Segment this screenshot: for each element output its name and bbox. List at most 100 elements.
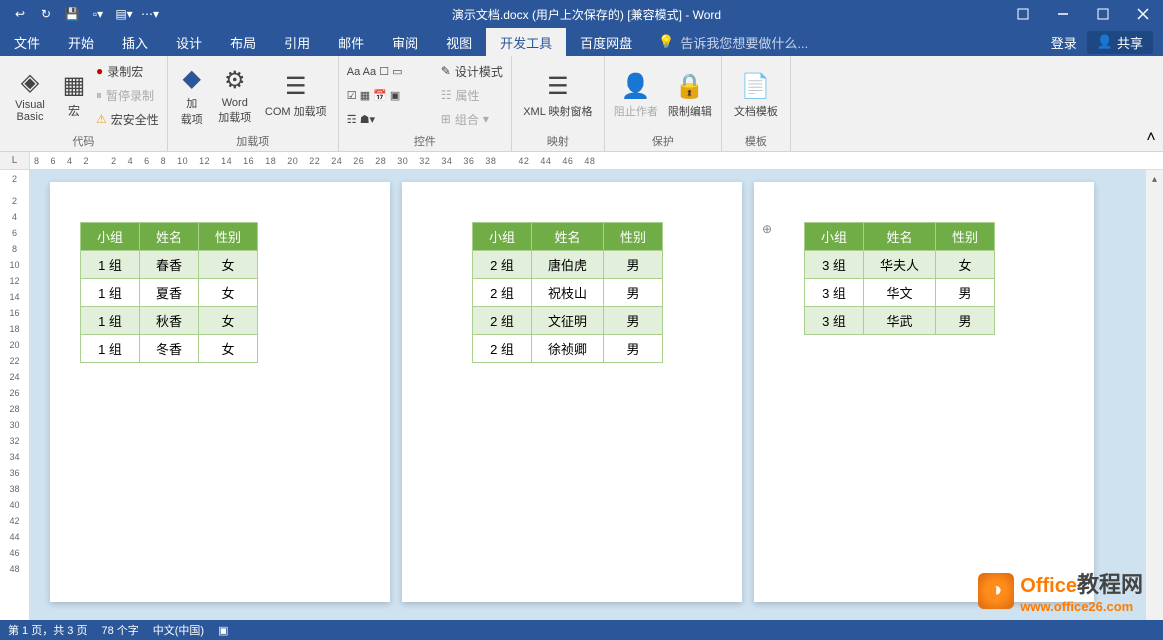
ribbon-options-button[interactable] bbox=[1003, 0, 1043, 28]
collapse-ribbon-button[interactable]: ˄ bbox=[1139, 56, 1163, 151]
tab-layout[interactable]: 布局 bbox=[216, 28, 270, 56]
tell-me-placeholder: 告诉我您想要做什么... bbox=[680, 33, 808, 52]
watermark-text: Office教程网 www.office26.com bbox=[1020, 567, 1143, 614]
table-row[interactable]: 3 组华夫人女 bbox=[805, 251, 995, 279]
vertical-ruler[interactable]: 2246810121416182022242628303234363840424… bbox=[0, 170, 30, 620]
minimize-button[interactable] bbox=[1043, 0, 1083, 28]
group-icon: ⊞ bbox=[441, 112, 451, 126]
restrict-editing-button[interactable]: 🔒限制编辑 bbox=[665, 60, 715, 130]
login-link[interactable]: 登录 bbox=[1051, 33, 1077, 52]
table-row[interactable]: 1 组夏香女 bbox=[81, 279, 258, 307]
table-row[interactable]: 2 组文征明男 bbox=[473, 307, 663, 335]
share-label: 共享 bbox=[1117, 33, 1143, 52]
cell: 秋香 bbox=[140, 307, 199, 335]
record-macro-button[interactable]: ● 录制宏 bbox=[94, 60, 161, 82]
tab-design[interactable]: 设计 bbox=[162, 28, 216, 56]
tab-developer[interactable]: 开发工具 bbox=[486, 28, 566, 56]
tab-mailings[interactable]: 邮件 bbox=[324, 28, 378, 56]
visual-basic-button[interactable]: ◈ Visual Basic bbox=[6, 60, 54, 130]
tell-me-search[interactable]: 💡 告诉我您想要做什么... bbox=[646, 28, 1041, 56]
tab-baidu[interactable]: 百度网盘 bbox=[566, 28, 646, 56]
undo-button[interactable]: ↩ bbox=[8, 2, 32, 26]
table-header-row: 小组 姓名 性别 bbox=[805, 223, 995, 251]
word-count[interactable]: 78 个字 bbox=[101, 622, 138, 638]
doc-template-button[interactable]: 📄文档模板 bbox=[728, 60, 784, 130]
share-button[interactable]: 👤 共享 bbox=[1087, 31, 1153, 54]
redo-button[interactable]: ↻ bbox=[34, 2, 58, 26]
restrict-editing-icon: 🔒 bbox=[675, 72, 705, 101]
table-row[interactable]: 2 组唐伯虎男 bbox=[473, 251, 663, 279]
table-page-3[interactable]: 小组 姓名 性别 3 组华夫人女 3 组华文男 3 组华武男 bbox=[804, 222, 995, 335]
quick-print-button[interactable]: ▤▾ bbox=[112, 2, 136, 26]
cell: 男 bbox=[936, 307, 995, 335]
design-mode-button[interactable]: ✎设计模式 bbox=[439, 60, 505, 82]
com-addins-button[interactable]: ☰COM 加载项 bbox=[260, 60, 332, 130]
share-icon: 👤 bbox=[1097, 34, 1113, 50]
tab-home[interactable]: 开始 bbox=[54, 28, 108, 56]
table-header-row: 小组 姓名 性别 bbox=[473, 223, 663, 251]
cell: 男 bbox=[604, 335, 663, 363]
table-row[interactable]: 1 组冬香女 bbox=[81, 335, 258, 363]
block-authors-icon: 👤 bbox=[621, 72, 651, 101]
document-area[interactable]: 小组 姓名 性别 1 组春香女 1 组夏香女 1 组秋香女 1 组冬香女 小组 … bbox=[30, 170, 1163, 620]
macro-indicator-icon[interactable]: ▣ bbox=[218, 624, 228, 637]
watermark-brand-1: Office bbox=[1020, 575, 1077, 597]
th-group: 小组 bbox=[805, 223, 864, 251]
new-button[interactable]: ▫▾ bbox=[86, 2, 110, 26]
language-status[interactable]: 中文(中国) bbox=[153, 622, 204, 638]
block-authors-button: 👤阻止作者 bbox=[611, 60, 661, 130]
tab-references[interactable]: 引用 bbox=[270, 28, 324, 56]
page-info[interactable]: 第 1 页，共 3 页 bbox=[8, 622, 87, 638]
doc-template-label: 文档模板 bbox=[734, 103, 778, 119]
watermark-url: www.office26.com bbox=[1020, 599, 1143, 614]
table-page-2[interactable]: 小组 姓名 性别 2 组唐伯虎男 2 组祝枝山男 2 组文征明男 2 组徐祯卿男 bbox=[472, 222, 663, 363]
group-controls-label: 控件 bbox=[345, 133, 505, 149]
ruler-corner[interactable]: L bbox=[0, 152, 30, 169]
word-addins-button[interactable]: ⚙Word 加载项 bbox=[214, 60, 256, 130]
lightbulb-icon: 💡 bbox=[658, 34, 674, 50]
macro-security-button[interactable]: ⚠宏安全性 bbox=[94, 108, 161, 130]
tab-file[interactable]: 文件 bbox=[0, 28, 54, 56]
table-row[interactable]: 1 组春香女 bbox=[81, 251, 258, 279]
tab-insert[interactable]: 插入 bbox=[108, 28, 162, 56]
page-3: ⊕ 小组 姓名 性别 3 组华夫人女 3 组华文男 3 组华武男 bbox=[754, 182, 1094, 602]
cell: 夏香 bbox=[140, 279, 199, 307]
word-addins-icon: ⚙ bbox=[224, 66, 246, 95]
close-button[interactable] bbox=[1123, 0, 1163, 28]
macros-button[interactable]: ▦ 宏 bbox=[58, 60, 90, 130]
macros-icon: ▦ bbox=[63, 71, 86, 100]
control-row-1[interactable]: Aa Aa ☐ ▭ bbox=[345, 60, 435, 82]
group-mapping: ☰XML 映射窗格 映射 bbox=[512, 56, 605, 151]
table-row[interactable]: 2 组徐祯卿男 bbox=[473, 335, 663, 363]
cell: 女 bbox=[199, 335, 258, 363]
th-name: 姓名 bbox=[140, 223, 199, 251]
th-group: 小组 bbox=[473, 223, 532, 251]
scroll-up-arrow-icon[interactable]: ▴ bbox=[1146, 170, 1163, 188]
control-row-3[interactable]: ☶ ☗▾ bbox=[345, 108, 435, 130]
pause-icon: ⏸ bbox=[96, 88, 102, 103]
save-button[interactable]: 💾 bbox=[60, 2, 84, 26]
addins-button[interactable]: ◆加 载项 bbox=[174, 60, 210, 130]
th-gender: 性别 bbox=[936, 223, 995, 251]
tab-review[interactable]: 审阅 bbox=[378, 28, 432, 56]
group-button-label: 组合 bbox=[455, 111, 479, 128]
record-icon: ● bbox=[96, 64, 103, 78]
table-row[interactable]: 2 组祝枝山男 bbox=[473, 279, 663, 307]
table-row[interactable]: 3 组华武男 bbox=[805, 307, 995, 335]
customize-qat-button[interactable]: ⋯▾ bbox=[138, 2, 162, 26]
cell: 男 bbox=[936, 279, 995, 307]
table-row[interactable]: 3 组华文男 bbox=[805, 279, 995, 307]
maximize-button[interactable] bbox=[1083, 0, 1123, 28]
cell: 男 bbox=[604, 307, 663, 335]
th-gender: 性别 bbox=[604, 223, 663, 251]
horizontal-ruler[interactable]: 8642246810121416182022242628303234363842… bbox=[30, 152, 1163, 169]
status-bar: 第 1 页，共 3 页 78 个字 中文(中国) ▣ bbox=[0, 620, 1163, 640]
vertical-scrollbar[interactable]: ▴ bbox=[1145, 170, 1163, 620]
group-protect: 👤阻止作者 🔒限制编辑 保护 bbox=[605, 56, 722, 151]
xml-mapping-button[interactable]: ☰XML 映射窗格 bbox=[518, 60, 598, 130]
record-macro-label: 录制宏 bbox=[107, 63, 143, 80]
tab-view[interactable]: 视图 bbox=[432, 28, 486, 56]
table-row[interactable]: 1 组秋香女 bbox=[81, 307, 258, 335]
table-page-1[interactable]: 小组 姓名 性别 1 组春香女 1 组夏香女 1 组秋香女 1 组冬香女 bbox=[80, 222, 258, 363]
control-row-2[interactable]: ☑ ▦ 📅 ▣ bbox=[345, 84, 435, 106]
